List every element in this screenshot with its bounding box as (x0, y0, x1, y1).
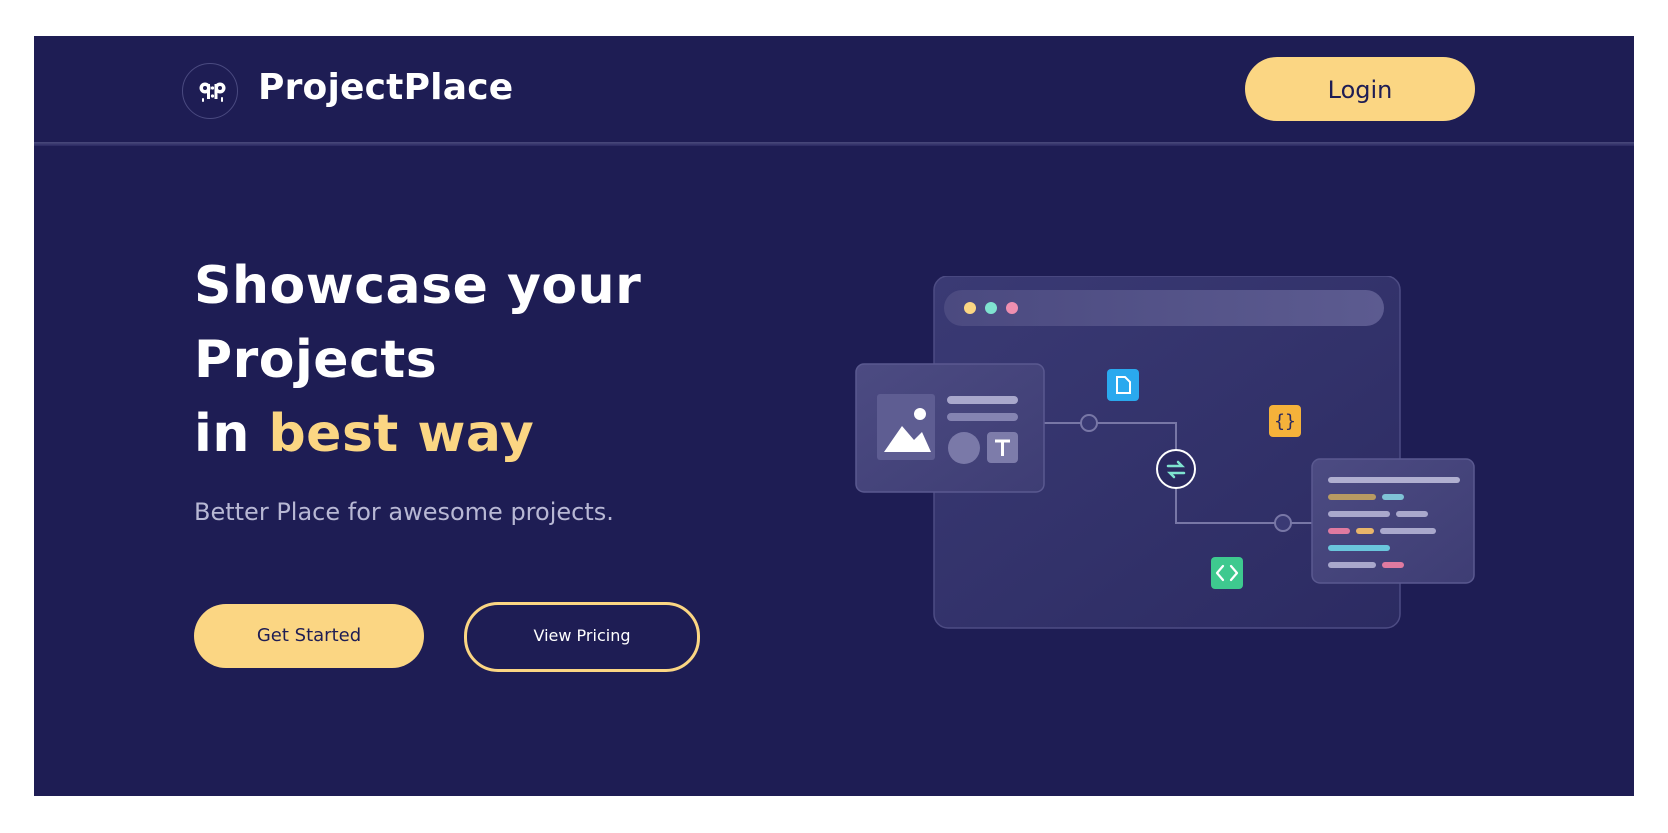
hero-title-line-1: Showcase your (194, 256, 642, 316)
connector-node (1080, 414, 1098, 432)
sync-icon (1156, 449, 1196, 489)
brand-name[interactable]: ProjectPlace (258, 67, 513, 108)
logo-icon[interactable] (182, 63, 238, 119)
file-icon (1107, 369, 1139, 401)
page-frame: ProjectPlace Login Showcase your Project… (34, 36, 1634, 796)
window-dots-icon (964, 302, 1018, 314)
header-divider (34, 142, 1634, 146)
code-card (1311, 458, 1475, 584)
hero-title-accent: best way (268, 404, 535, 464)
hero-title-line-3: in best way (194, 404, 534, 464)
header: ProjectPlace Login (34, 36, 1634, 146)
code-icon (1211, 557, 1243, 589)
login-button[interactable]: Login (1245, 57, 1475, 121)
media-card (855, 363, 1045, 493)
hero-subtitle: Better Place for awesome projects. (194, 498, 614, 526)
text-icon (987, 432, 1018, 463)
braces-icon: {} (1269, 405, 1301, 437)
image-icon (877, 394, 935, 460)
connector-node (1274, 514, 1292, 532)
hero-title-prefix: in (194, 404, 250, 464)
view-pricing-button[interactable]: View Pricing (464, 602, 700, 672)
hero-title-line-2: Projects (194, 330, 438, 390)
hero-illustration: {} (854, 276, 1494, 656)
get-started-button[interactable]: Get Started (194, 604, 424, 668)
svg-text:{}: {} (1274, 411, 1296, 432)
